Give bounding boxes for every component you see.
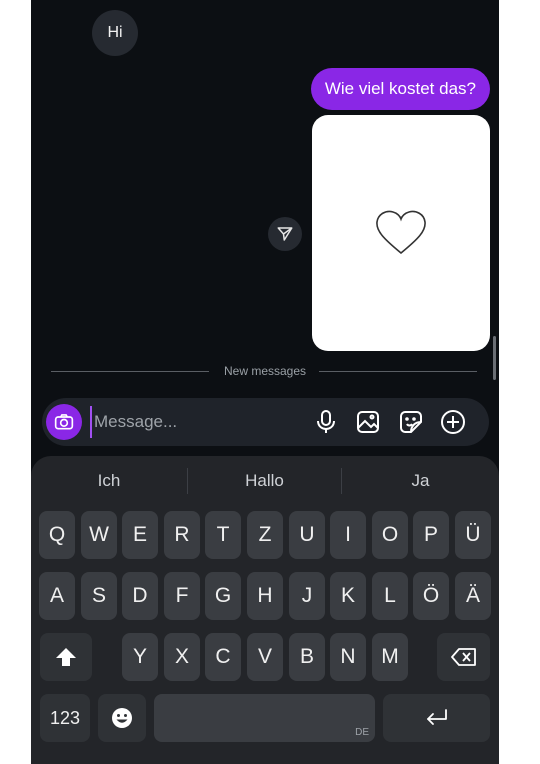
microphone-icon [317,410,335,433]
key[interactable]: H [247,572,283,620]
key[interactable]: X [164,633,200,681]
emoji-key[interactable] [98,694,146,742]
microphone-button[interactable] [312,408,340,436]
gallery-button[interactable] [354,408,382,436]
key[interactable]: G [205,572,241,620]
plus-icon [441,410,465,434]
key[interactable]: W [81,511,117,559]
share-button[interactable] [268,217,302,251]
sticker-button[interactable] [397,408,425,436]
plus-button[interactable] [439,408,467,436]
key[interactable]: Y [122,633,158,681]
incoming-message[interactable]: Hi [92,10,138,56]
outgoing-message[interactable]: Wie viel kostet das? [310,68,490,110]
emoji-icon [112,708,132,728]
message-composer [42,398,489,446]
key[interactable]: E [122,511,158,559]
enter-key[interactable] [383,694,490,742]
message-input[interactable] [90,406,294,438]
key[interactable]: A [39,572,75,620]
key[interactable]: J [289,572,325,620]
camera-button[interactable] [46,404,82,440]
incoming-message-text: Hi [107,24,123,41]
key[interactable]: C [205,633,241,681]
key[interactable]: F [164,572,200,620]
key[interactable]: P [413,511,449,559]
enter-icon [426,709,447,725]
key[interactable]: U [289,511,325,559]
key[interactable]: O [372,511,408,559]
share-icon [277,227,293,241]
camera-icon [54,414,74,430]
key[interactable]: Z [247,511,283,559]
key[interactable]: S [81,572,117,620]
key[interactable]: N [330,633,366,681]
heart-icon [376,210,426,255]
key[interactable]: V [247,633,283,681]
divider-line-right [319,371,477,372]
key[interactable]: T [205,511,241,559]
keyboard: Ich Hallo Ja Q W E R T Z U I O P Ü A S D… [31,456,499,764]
shift-icon [56,648,76,666]
scrollbar[interactable] [493,336,496,380]
key[interactable]: R [164,511,200,559]
key[interactable]: I [330,511,366,559]
key[interactable]: K [330,572,366,620]
outgoing-message-text: Wie viel kostet das? [324,79,476,98]
key[interactable]: Ö [413,572,449,620]
key[interactable]: Q [39,511,75,559]
key[interactable]: D [122,572,158,620]
suggestion-2[interactable]: Hallo [188,456,341,506]
space-lang-label: DE [355,727,369,738]
key[interactable]: Ü [455,511,491,559]
shift-key[interactable] [40,633,92,681]
gallery-icon [357,411,379,433]
suggestion-3[interactable]: Ja [342,456,499,506]
suggestion-1[interactable]: Ich [31,456,187,506]
numbers-key[interactable]: 123 [40,694,90,742]
backspace-key[interactable] [437,633,490,681]
key[interactable]: M [372,633,408,681]
space-key[interactable]: DE [154,694,375,742]
shared-image[interactable] [312,115,490,351]
key[interactable]: L [372,572,408,620]
sticker-icon [400,411,422,433]
chat-screen: Hi Wie viel kostet das? New messages Mes… [31,0,499,764]
key[interactable]: B [289,633,325,681]
key[interactable]: Ä [455,572,491,620]
backspace-icon [450,648,476,666]
